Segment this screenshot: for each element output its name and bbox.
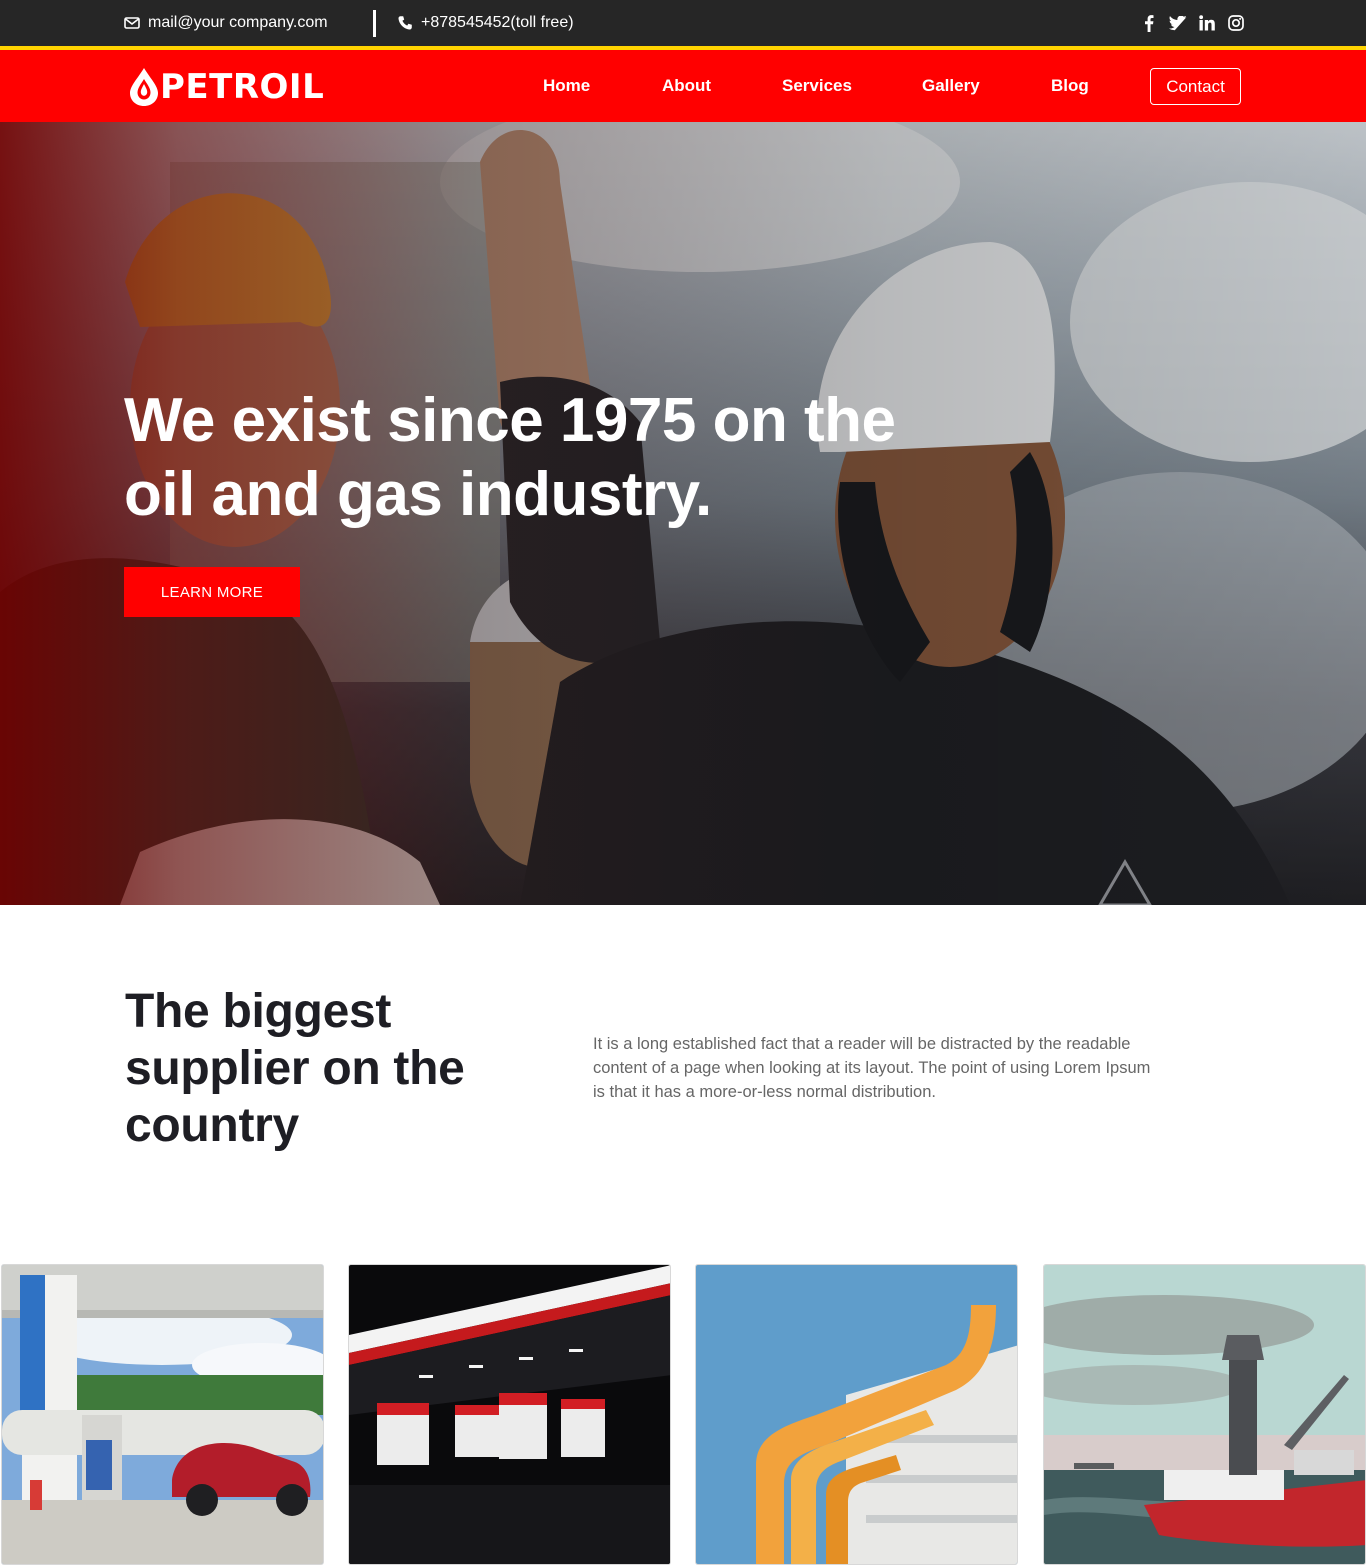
nav-blog[interactable]: Blog: [1051, 76, 1089, 96]
email-contact[interactable]: mail@your company.com: [124, 0, 328, 46]
envelope-icon: [124, 17, 140, 29]
offshore-ship-image: [1044, 1265, 1365, 1564]
intro-heading: The biggest supplier on the country: [125, 985, 465, 1152]
gas-station-day-image: [2, 1265, 323, 1564]
top-contact-bar: mail@your company.com +878545452(toll fr…: [0, 0, 1366, 46]
social-links: [1140, 0, 1245, 46]
nav-contact-button[interactable]: Contact: [1150, 68, 1241, 105]
gallery-card-gas-station-night[interactable]: [348, 1264, 671, 1565]
email-text: mail@your company.com: [148, 14, 328, 31]
gallery-card-gas-station-day[interactable]: [1, 1264, 324, 1565]
phone-text: +878545452(toll free): [421, 14, 574, 31]
gallery-card-orange-pipes[interactable]: [695, 1264, 1018, 1565]
nav-gallery[interactable]: Gallery: [922, 76, 980, 96]
main-header: PETROIL Home About Services Gallery Blog…: [0, 50, 1366, 122]
intro-text: It is a long established fact that a rea…: [593, 1035, 1151, 1101]
oil-drop-icon: [130, 68, 158, 106]
gas-station-night-image: [349, 1265, 670, 1564]
facebook-icon[interactable]: [1140, 14, 1158, 32]
nav-about[interactable]: About: [662, 76, 711, 96]
instagram-icon[interactable]: [1227, 14, 1245, 32]
nav-services[interactable]: Services: [782, 76, 852, 96]
gallery-card-offshore-ship[interactable]: [1043, 1264, 1366, 1565]
twitter-icon[interactable]: [1169, 14, 1187, 32]
top-divider: [373, 10, 376, 37]
nav-home[interactable]: Home: [543, 76, 590, 96]
orange-pipes-image: [696, 1265, 1017, 1564]
hero-title: We exist since 1975 on the oil and gas i…: [124, 386, 896, 529]
learn-more-button[interactable]: LEARN MORE: [124, 567, 300, 617]
phone-contact[interactable]: +878545452(toll free): [397, 0, 574, 46]
linkedin-icon[interactable]: [1198, 14, 1216, 32]
logo[interactable]: PETROIL: [124, 67, 324, 107]
hero-banner: We exist since 1975 on the oil and gas i…: [0, 122, 1366, 905]
phone-icon: [398, 16, 412, 30]
logo-text: PETROIL: [160, 67, 325, 107]
